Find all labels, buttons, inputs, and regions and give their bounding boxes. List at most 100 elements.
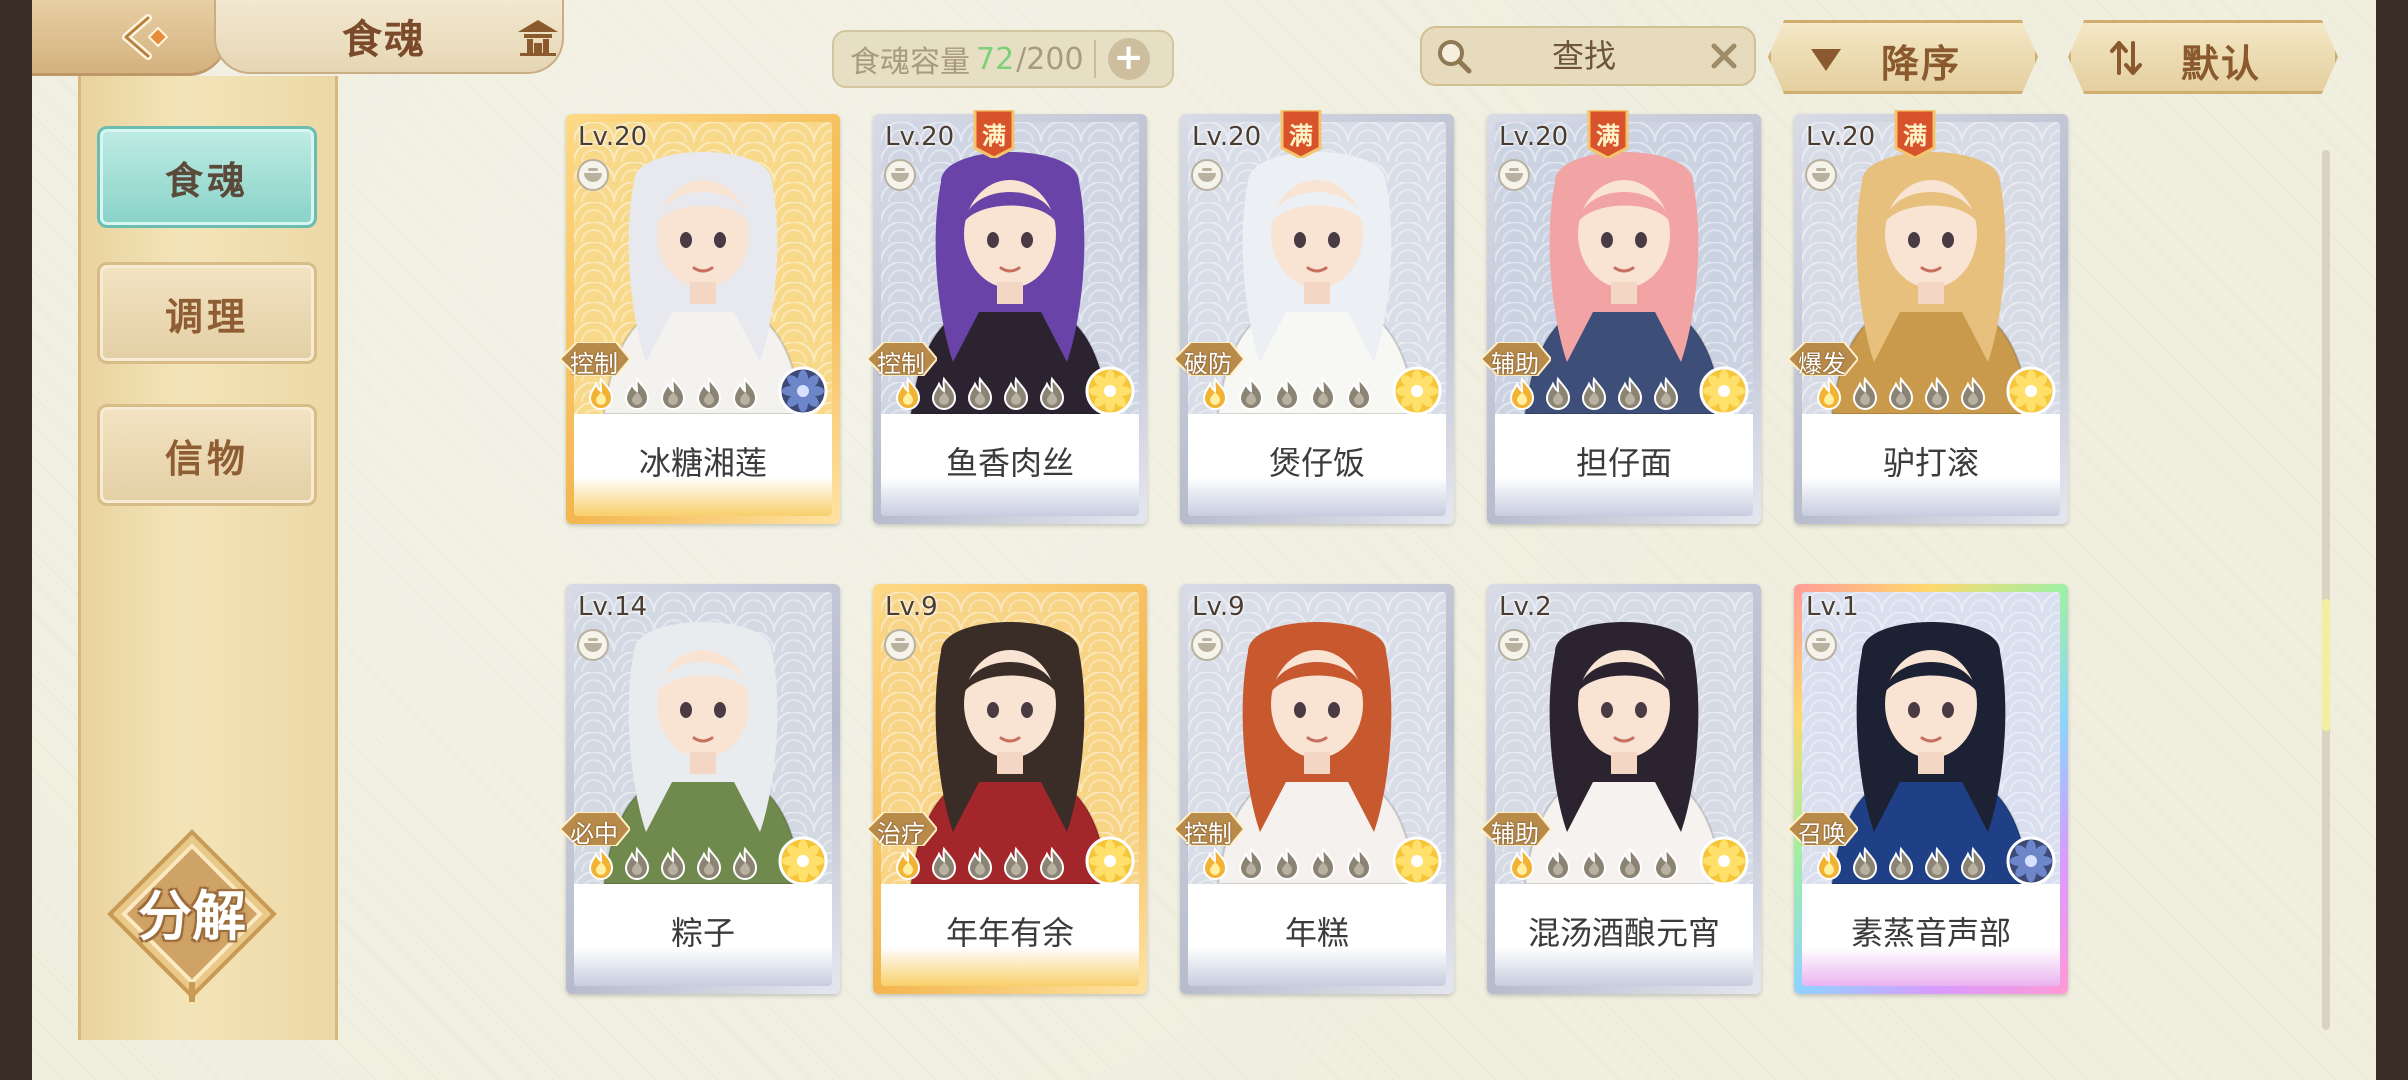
character-card[interactable]: 冰糖湘莲 Lv.20 控制 [560,114,840,524]
level-label: Lv.20 [1499,122,1569,152]
level-label: Lv.20 [885,122,955,152]
unlit-flame-icon [1960,846,1986,880]
card-body: 驴打滚 [1802,122,2060,516]
unlit-flame-icon [967,846,993,880]
character-card[interactable]: 鱼香肉丝 Lv.20 满控制 [867,110,1147,524]
card-body: 素蒸音声部 [1802,592,2060,986]
unlit-flame-icon [1960,376,1986,410]
gold-flower-icon [1699,366,1749,416]
star-rating [1812,846,1990,880]
character-name: 鱼香肉丝 [945,444,1074,482]
unlit-flame-icon [624,846,650,880]
card-footer: 素蒸音声部 [1802,884,2060,986]
card-footer: 年糕 [1188,884,1446,986]
level-label: Lv.20 [1806,122,1876,152]
bowl-icon [1498,629,1530,661]
star-rating [1505,376,1683,410]
card-body: 年年有余 [881,592,1139,986]
card-body: 鱼香肉丝 [881,122,1139,516]
lit-flame-icon [1509,846,1535,880]
role-label: 控制 [570,350,618,378]
role-label: 控制 [877,350,925,378]
lit-flame-icon [1202,846,1228,880]
level-label: Lv.9 [1192,592,1245,622]
unlit-flame-icon [660,846,686,880]
unlit-flame-icon [1924,846,1950,880]
lit-flame-icon [588,846,614,880]
card-footer: 驴打滚 [1802,414,2060,516]
max-level-label: 满 [1596,122,1620,150]
unlit-flame-icon [1003,846,1029,880]
unlit-flame-icon [696,846,722,880]
role-label: 召唤 [1798,820,1846,848]
level-label: Lv.9 [885,592,938,622]
character-card[interactable]: 粽子 Lv.14 必中 [560,584,840,994]
character-card[interactable]: 混汤酒酿元宵 Lv.2 辅助 [1481,584,1761,994]
max-level-label: 满 [982,122,1006,150]
blue-flower-icon [2006,836,2056,886]
star-rating [1505,846,1683,880]
unlit-flame-icon [1924,376,1950,410]
unlit-flame-icon [931,846,957,880]
role-label: 控制 [1184,820,1232,848]
unlit-flame-icon [1617,376,1643,410]
character-card[interactable]: 年年有余 Lv.9 治疗 [867,584,1147,994]
card-footer: 鱼香肉丝 [881,414,1139,516]
bowl-icon [577,159,609,191]
gold-flower-icon [1085,836,1135,886]
lit-flame-icon [1816,846,1842,880]
card-footer: 冰糖湘莲 [574,414,832,516]
bowl-icon [1805,159,1837,191]
unlit-flame-icon [1039,846,1065,880]
level-label: Lv.1 [1806,592,1859,622]
unlit-flame-icon [732,376,758,410]
card-footer: 煲仔饭 [1188,414,1446,516]
star-rating [584,376,762,410]
max-level-badge: 满 [1587,110,1629,158]
unlit-flame-icon [1274,846,1300,880]
lit-flame-icon [1509,376,1535,410]
character-card[interactable]: 煲仔饭 Lv.20 满破防 [1174,110,1454,524]
max-level-label: 满 [1289,122,1313,150]
bowl-icon [1498,159,1530,191]
unlit-flame-icon [1581,376,1607,410]
unlit-flame-icon [1852,376,1878,410]
star-rating [891,846,1069,880]
card-body: 混汤酒酿元宵 [1495,592,1753,986]
character-card[interactable]: 素蒸音声部 Lv.1 召唤 [1788,584,2068,994]
bowl-icon [884,159,916,191]
unlit-flame-icon [1310,846,1336,880]
character-name: 粽子 [670,914,735,952]
bowl-icon [577,629,609,661]
bowl-icon [1191,159,1223,191]
unlit-flame-icon [1039,376,1065,410]
unlit-flame-icon [967,376,993,410]
unlit-flame-icon [1003,376,1029,410]
unlit-flame-icon [1346,846,1372,880]
gold-flower-icon [2006,366,2056,416]
star-rating [1812,376,1990,410]
unlit-flame-icon [1617,846,1643,880]
unlit-flame-icon [1545,376,1571,410]
card-body: 煲仔饭 [1188,122,1446,516]
character-card[interactable]: 年糕 Lv.9 控制 [1174,584,1454,994]
gold-flower-icon [1392,366,1442,416]
unlit-flame-icon [696,376,722,410]
level-label: Lv.14 [578,592,648,622]
gold-flower-icon [1699,836,1749,886]
star-rating [1198,376,1376,410]
unlit-flame-icon [1653,846,1679,880]
role-label: 破防 [1184,350,1232,378]
character-card[interactable]: 担仔面 Lv.20 满辅助 [1481,110,1761,524]
card-footer: 粽子 [574,884,832,986]
unlit-flame-icon [1545,846,1571,880]
lit-flame-icon [1202,376,1228,410]
role-label: 辅助 [1491,350,1539,378]
unlit-flame-icon [624,376,650,410]
character-name: 混汤酒酿元宵 [1527,914,1720,952]
character-card[interactable]: 驴打滚 Lv.20 满爆发 [1788,110,2068,524]
character-name: 冰糖湘莲 [638,444,767,482]
card-footer: 混汤酒酿元宵 [1495,884,1753,986]
max-level-badge: 满 [1894,110,1936,158]
card-body: 冰糖湘莲 [574,122,832,516]
